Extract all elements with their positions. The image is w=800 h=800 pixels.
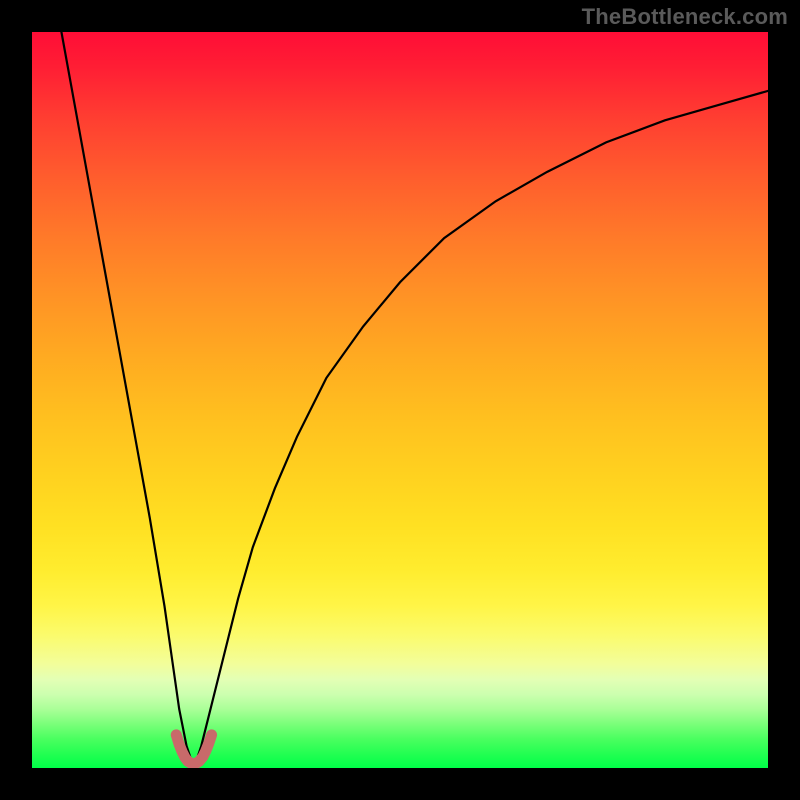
bottleneck-curve-left <box>61 32 193 768</box>
optimum-u-marker <box>176 735 211 764</box>
chart-frame: TheBottleneck.com <box>0 0 800 800</box>
plot-area <box>32 32 768 768</box>
bottleneck-curve-right <box>194 91 768 768</box>
curve-layer <box>32 32 768 768</box>
attribution-text: TheBottleneck.com <box>582 4 788 30</box>
